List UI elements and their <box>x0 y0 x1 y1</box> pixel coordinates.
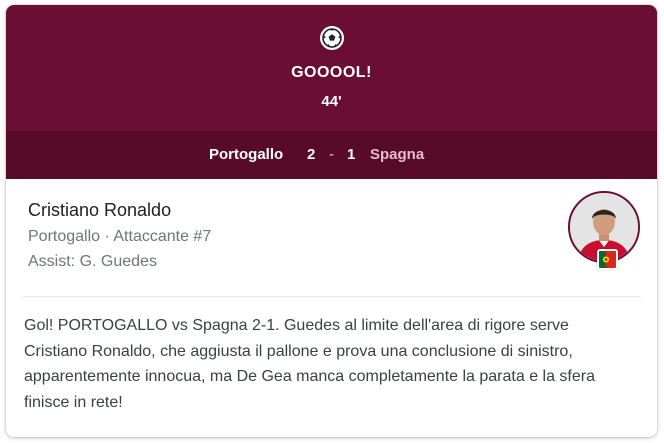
home-score: 2 <box>307 146 316 163</box>
goal-description: Gol! PORTOGALLO vs Spagna 2-1. Guedes al… <box>24 317 595 411</box>
soccer-ball-icon <box>320 26 344 50</box>
away-team-name: Spagna <box>370 146 425 163</box>
player-name[interactable]: Cristiano Ronaldo <box>28 200 171 221</box>
score-separator: - <box>329 146 334 163</box>
goal-header: GOOOOL! 44' <box>6 5 657 131</box>
goal-title: GOOOOL! <box>291 64 372 81</box>
player-team-position: Portogallo · Attaccante #7 <box>28 228 212 245</box>
home-team-name: Portogallo <box>209 146 284 163</box>
goal-minute: 44' <box>321 93 342 110</box>
portugal-flag-icon <box>597 249 618 270</box>
player-info: Cristiano Ronaldo Portogallo · Attaccant… <box>22 179 641 297</box>
scoreboard[interactable]: Portogallo 2 - 1 Spagna <box>6 131 657 179</box>
away-score: 1 <box>347 146 356 163</box>
player-assist: Assist: G. Guedes <box>28 253 157 270</box>
